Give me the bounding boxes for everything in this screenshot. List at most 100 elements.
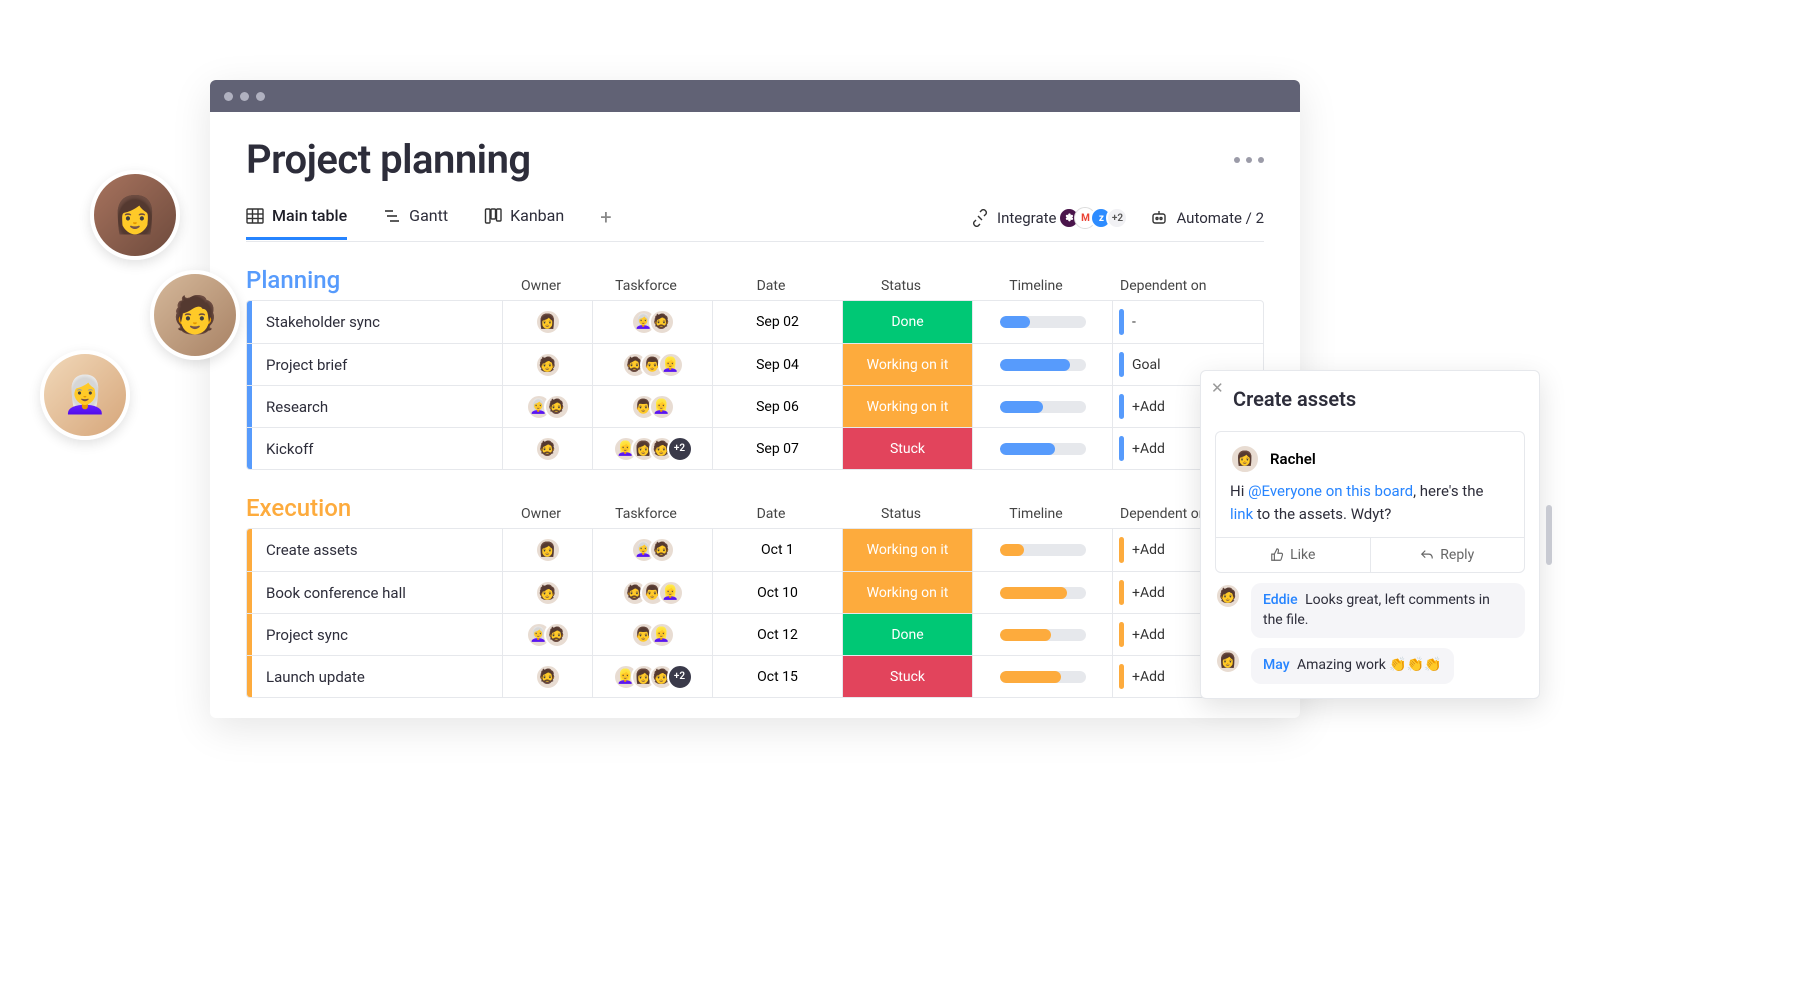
owner-cell[interactable]: 🧔 xyxy=(503,656,593,697)
timeline-cell[interactable] xyxy=(973,572,1113,613)
asset-link[interactable]: link xyxy=(1230,505,1253,523)
mention-link[interactable]: @Everyone on this board xyxy=(1248,482,1413,500)
owner-cell[interactable]: 👩‍🦳🧔 xyxy=(503,386,593,427)
column-header-status[interactable]: Status xyxy=(836,506,966,528)
date-cell[interactable]: Sep 06 xyxy=(713,386,843,427)
tab-gantt[interactable]: Gantt xyxy=(383,206,448,240)
close-panel-button[interactable]: ✕ xyxy=(1211,379,1224,397)
table-row[interactable]: Research👩‍🦳🧔👨👱‍♀️Sep 06Working on it+Add xyxy=(247,385,1263,427)
like-button[interactable]: Like xyxy=(1216,538,1371,572)
reply-author[interactable]: Eddie xyxy=(1263,592,1298,608)
table-row[interactable]: Create assets👩👩‍🦳🧔Oct 1Working on it+Add xyxy=(247,529,1263,571)
column-header-taskforce[interactable]: Taskforce xyxy=(586,506,706,528)
owner-cell[interactable]: 🧑 xyxy=(503,572,593,613)
status-cell[interactable]: Working on it xyxy=(843,386,973,427)
task-name-cell[interactable]: Kickoff xyxy=(252,428,503,469)
dep-accent xyxy=(1119,537,1124,563)
taskforce-cell[interactable]: 🧔👨👱‍♀️ xyxy=(593,572,713,613)
task-name-cell[interactable]: Stakeholder sync xyxy=(252,301,503,343)
column-header-timeline[interactable]: Timeline xyxy=(966,506,1106,528)
dep-value: +Add xyxy=(1132,585,1165,601)
date-cell[interactable]: Oct 1 xyxy=(713,529,843,571)
timeline-cell[interactable] xyxy=(973,301,1113,343)
reply-button[interactable]: Reply xyxy=(1371,538,1525,572)
owner-cell[interactable]: 👩 xyxy=(503,301,593,343)
status-cell[interactable]: Working on it xyxy=(843,344,973,385)
window-dot-icon xyxy=(256,92,265,101)
status-badge: Working on it xyxy=(843,344,972,385)
task-name-cell[interactable]: Book conference hall xyxy=(252,572,503,613)
date-cell[interactable]: Sep 04 xyxy=(713,344,843,385)
taskforce-cell[interactable]: 👱‍♀️👩🧑+2 xyxy=(593,428,713,469)
table-row[interactable]: Project sync👩‍🦳🧔👨👱‍♀️Oct 12Done+Add xyxy=(247,613,1263,655)
status-cell[interactable]: Stuck xyxy=(843,428,973,469)
taskforce-cell[interactable]: 👨👱‍♀️ xyxy=(593,614,713,655)
date-cell[interactable]: Sep 02 xyxy=(713,301,843,343)
automate-button[interactable]: Automate / 2 xyxy=(1150,209,1264,227)
integration-app-icons: ✽ M z +2 xyxy=(1064,207,1128,229)
date-cell[interactable]: Oct 12 xyxy=(713,614,843,655)
automate-label: Automate / 2 xyxy=(1176,209,1264,227)
date-cell[interactable]: Oct 10 xyxy=(713,572,843,613)
timeline-bar xyxy=(1000,629,1086,641)
timeline-cell[interactable] xyxy=(973,614,1113,655)
taskforce-cell[interactable]: 👩‍🦳🧔 xyxy=(593,529,713,571)
window-title-bar xyxy=(210,80,1300,112)
dependent-cell[interactable]: - xyxy=(1113,301,1263,343)
column-header-date[interactable]: Date xyxy=(706,278,836,300)
group-title[interactable]: Planning xyxy=(246,266,496,300)
taskforce-avatar: 🧔 xyxy=(649,309,675,335)
date-cell[interactable]: Sep 07 xyxy=(713,428,843,469)
status-cell[interactable]: Done xyxy=(843,301,973,343)
date-cell[interactable]: Oct 15 xyxy=(713,656,843,697)
taskforce-cell[interactable]: 👱‍♀️👩🧑+2 xyxy=(593,656,713,697)
table-row[interactable]: Book conference hall🧑🧔👨👱‍♀️Oct 10Working… xyxy=(247,571,1263,613)
timeline-cell[interactable] xyxy=(973,428,1113,469)
taskforce-cell[interactable]: 👨👱‍♀️ xyxy=(593,386,713,427)
table-row[interactable]: Kickoff🧔👱‍♀️👩🧑+2Sep 07Stuck+Add xyxy=(247,427,1263,469)
timeline-cell[interactable] xyxy=(973,344,1113,385)
column-header-dependent[interactable]: Dependent on xyxy=(1106,278,1256,300)
owner-cell[interactable]: 👩‍🦳🧔 xyxy=(503,614,593,655)
owner-cell[interactable]: 🧔 xyxy=(503,428,593,469)
tab-main-table[interactable]: Main table xyxy=(246,206,347,240)
taskforce-cell[interactable]: 🧔👨👱‍♀️ xyxy=(593,344,713,385)
board-more-button[interactable] xyxy=(1234,157,1264,163)
column-header-owner[interactable]: Owner xyxy=(496,506,586,528)
scrollbar[interactable] xyxy=(1546,505,1552,565)
reply-label: Reply xyxy=(1440,547,1474,563)
column-header-date[interactable]: Date xyxy=(706,506,836,528)
group-title[interactable]: Execution xyxy=(246,494,496,528)
panel-title: Create assets xyxy=(1201,371,1539,421)
tab-kanban[interactable]: Kanban xyxy=(484,206,564,240)
taskforce-avatar: 👱‍♀️ xyxy=(649,622,675,648)
task-name-cell[interactable]: Research xyxy=(252,386,503,427)
table-row[interactable]: Project brief🧑🧔👨👱‍♀️Sep 04Working on itG… xyxy=(247,343,1263,385)
owner-cell[interactable]: 🧑 xyxy=(503,344,593,385)
task-name-cell[interactable]: Project sync xyxy=(252,614,503,655)
task-name-cell[interactable]: Project brief xyxy=(252,344,503,385)
status-cell[interactable]: Stuck xyxy=(843,656,973,697)
status-badge: Stuck xyxy=(843,428,972,469)
column-header-owner[interactable]: Owner xyxy=(496,278,586,300)
column-header-status[interactable]: Status xyxy=(836,278,966,300)
task-name-cell[interactable]: Create assets xyxy=(252,529,503,571)
taskforce-cell[interactable]: 👩‍🦳🧔 xyxy=(593,301,713,343)
column-header-taskforce[interactable]: Taskforce xyxy=(586,278,706,300)
integrate-button[interactable]: Integrate ✽ M z +2 xyxy=(971,207,1128,229)
column-header-timeline[interactable]: Timeline xyxy=(966,278,1106,300)
table-row[interactable]: Launch update🧔👱‍♀️👩🧑+2Oct 15Stuck+Add xyxy=(247,655,1263,697)
owner-cell[interactable]: 👩 xyxy=(503,529,593,571)
add-view-button[interactable]: + xyxy=(600,205,611,241)
status-cell[interactable]: Done xyxy=(843,614,973,655)
table-row[interactable]: Stakeholder sync👩👩‍🦳🧔Sep 02Done - xyxy=(247,301,1263,343)
timeline-bar xyxy=(1000,587,1086,599)
status-cell[interactable]: Working on it xyxy=(843,529,973,571)
timeline-cell[interactable] xyxy=(973,529,1113,571)
task-name-cell[interactable]: Launch update xyxy=(252,656,503,697)
timeline-cell[interactable] xyxy=(973,386,1113,427)
status-cell[interactable]: Working on it xyxy=(843,572,973,613)
timeline-cell[interactable] xyxy=(973,656,1113,697)
reply-author[interactable]: May xyxy=(1263,657,1290,673)
dep-accent xyxy=(1119,622,1124,647)
